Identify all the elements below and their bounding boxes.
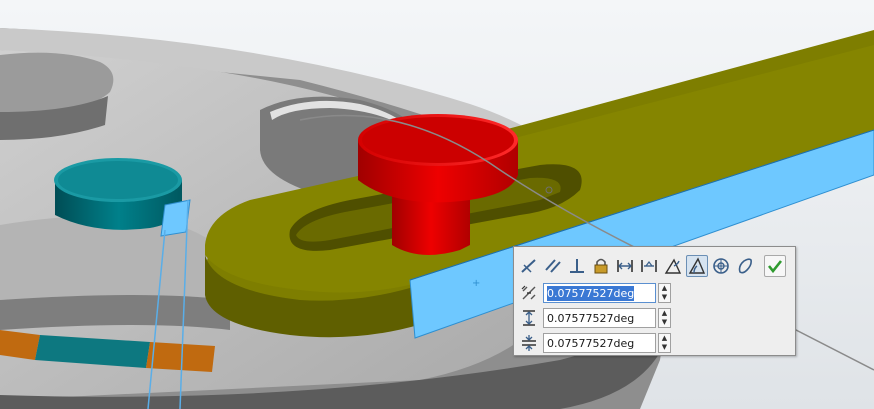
min-limit-input[interactable]: 0.07577527deg <box>543 333 656 353</box>
distance-icon <box>617 260 633 272</box>
angle-distance-icon <box>641 260 657 272</box>
angle-dimension-icon <box>518 282 540 304</box>
mate-popup-toolbar: 0.07577527deg ▲ ▼ 0.07577527deg ▲ ▼ 0.07… <box>513 246 796 356</box>
spin-down-icon[interactable]: ▼ <box>659 293 670 302</box>
checkmark-icon <box>767 260 783 274</box>
coincident-button[interactable] <box>518 255 540 277</box>
angle-icon <box>688 257 706 274</box>
min-limit-spinner[interactable]: ▲ ▼ <box>658 333 671 353</box>
parallel-icon <box>545 259 561 273</box>
cam-icon <box>738 258 752 274</box>
path-mate-button[interactable] <box>662 255 684 277</box>
face-origin-marker: + <box>472 278 480 289</box>
coincident-icon <box>521 259 536 273</box>
angle-value-row: 0.07577527deg ▲ ▼ <box>518 282 671 304</box>
spin-up-icon[interactable]: ▲ <box>659 309 670 318</box>
perpendicular-button[interactable] <box>566 255 588 277</box>
angle-button[interactable] <box>686 255 708 277</box>
spin-up-icon[interactable]: ▲ <box>659 334 670 343</box>
spin-down-icon[interactable]: ▼ <box>659 318 670 327</box>
perpendicular-icon <box>570 259 584 273</box>
path-mate-icon <box>664 258 682 274</box>
min-limit-row: 0.07577527deg ▲ ▼ <box>518 332 671 354</box>
max-limit-input[interactable]: 0.07577527deg <box>543 308 656 328</box>
upper-limit-icon <box>518 307 540 329</box>
parallel-button[interactable] <box>542 255 564 277</box>
lock-icon <box>594 258 608 274</box>
distance-button[interactable] <box>614 255 636 277</box>
concentric-button[interactable] <box>710 255 732 277</box>
cam-button[interactable] <box>734 255 756 277</box>
angle-value-spinner[interactable]: ▲ ▼ <box>658 283 671 303</box>
angle-value-input[interactable]: 0.07577527deg <box>543 283 656 303</box>
concentric-icon <box>713 258 729 274</box>
angle-distance-button[interactable] <box>638 255 660 277</box>
lower-limit-icon <box>518 332 540 354</box>
confirm-button[interactable] <box>764 255 786 277</box>
max-limit-spinner[interactable]: ▲ ▼ <box>658 308 671 328</box>
spin-up-icon[interactable]: ▲ <box>659 284 670 293</box>
mate-type-toolbar <box>518 253 788 279</box>
lock-button[interactable] <box>590 255 612 277</box>
spin-down-icon[interactable]: ▼ <box>659 343 670 352</box>
max-limit-row: 0.07577527deg ▲ ▼ <box>518 307 671 329</box>
